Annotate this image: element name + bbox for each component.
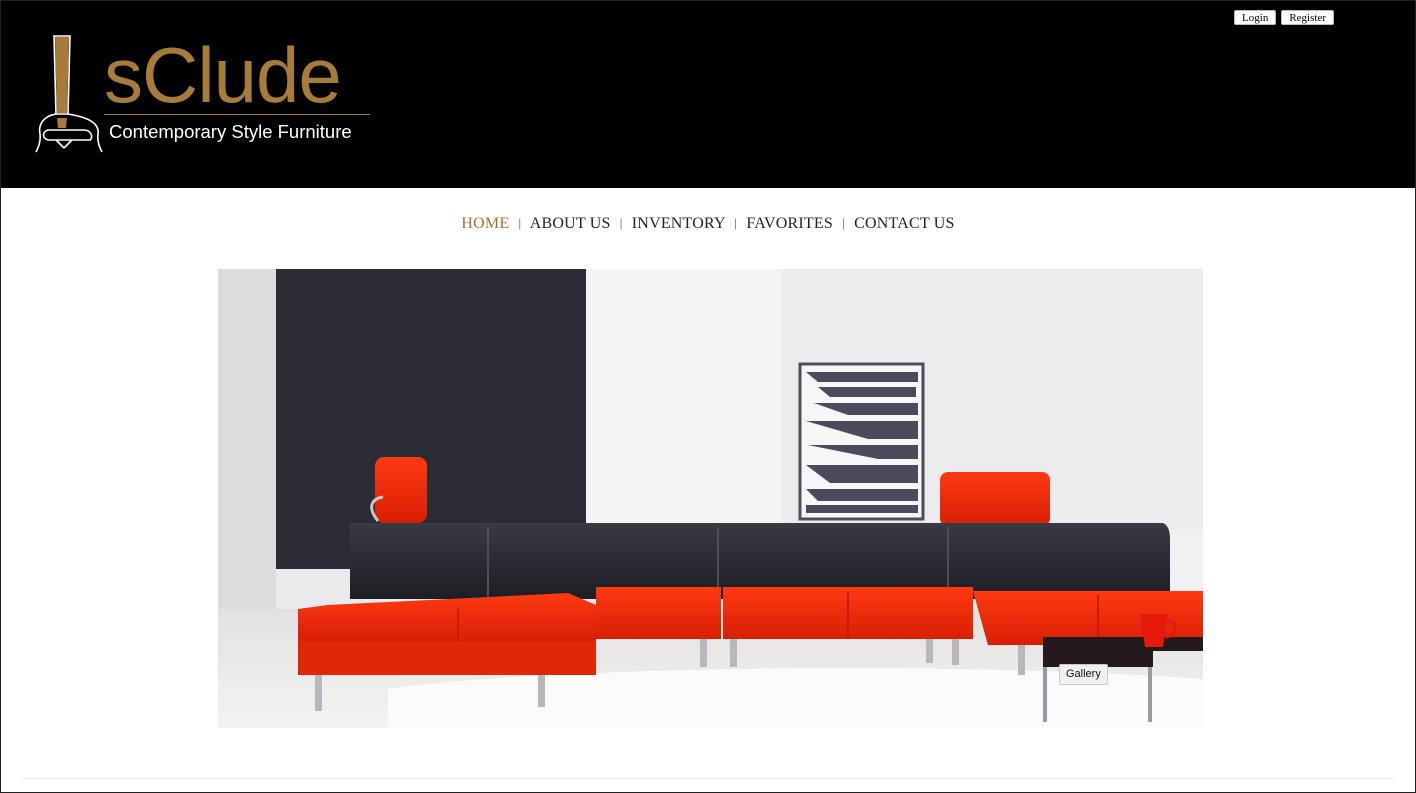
- nav-item-contact-us[interactable]: CONTACT US: [854, 215, 954, 232]
- gallery-button[interactable]: Gallery: [1059, 664, 1108, 685]
- nav-item-about-us[interactable]: ABOUT US: [530, 215, 611, 232]
- login-button[interactable]: Login: [1234, 10, 1277, 25]
- chair-logo-icon: [35, 35, 103, 153]
- nav-item-home[interactable]: HOME: [461, 215, 509, 232]
- nav-item-favorites[interactable]: FAVORITES: [746, 215, 833, 232]
- nav-separator: |: [842, 215, 845, 230]
- brand-rule: [104, 114, 370, 115]
- brand-tagline: Contemporary Style Furniture: [109, 121, 352, 142]
- brand-name: sClude: [104, 31, 342, 119]
- nav-item-inventory[interactable]: INVENTORY: [632, 215, 725, 232]
- main-nav: HOME | ABOUT US | INVENTORY | FAVORITES …: [1, 215, 1415, 233]
- nav-separator: |: [518, 215, 522, 230]
- hero-image: [218, 269, 1203, 728]
- page-frame: sClude Contemporary Style Furniture Logi…: [0, 0, 1416, 793]
- nav-separator: |: [619, 215, 623, 230]
- auth-buttons: Login Register: [1234, 10, 1334, 25]
- site-logo[interactable]: sClude Contemporary Style Furniture: [34, 34, 384, 159]
- nav-separator: |: [734, 215, 738, 230]
- site-header: sClude Contemporary Style Furniture Logi…: [1, 1, 1415, 188]
- footer-divider: [22, 778, 1394, 779]
- register-button[interactable]: Register: [1281, 10, 1334, 25]
- sofa-photo: [218, 269, 1203, 728]
